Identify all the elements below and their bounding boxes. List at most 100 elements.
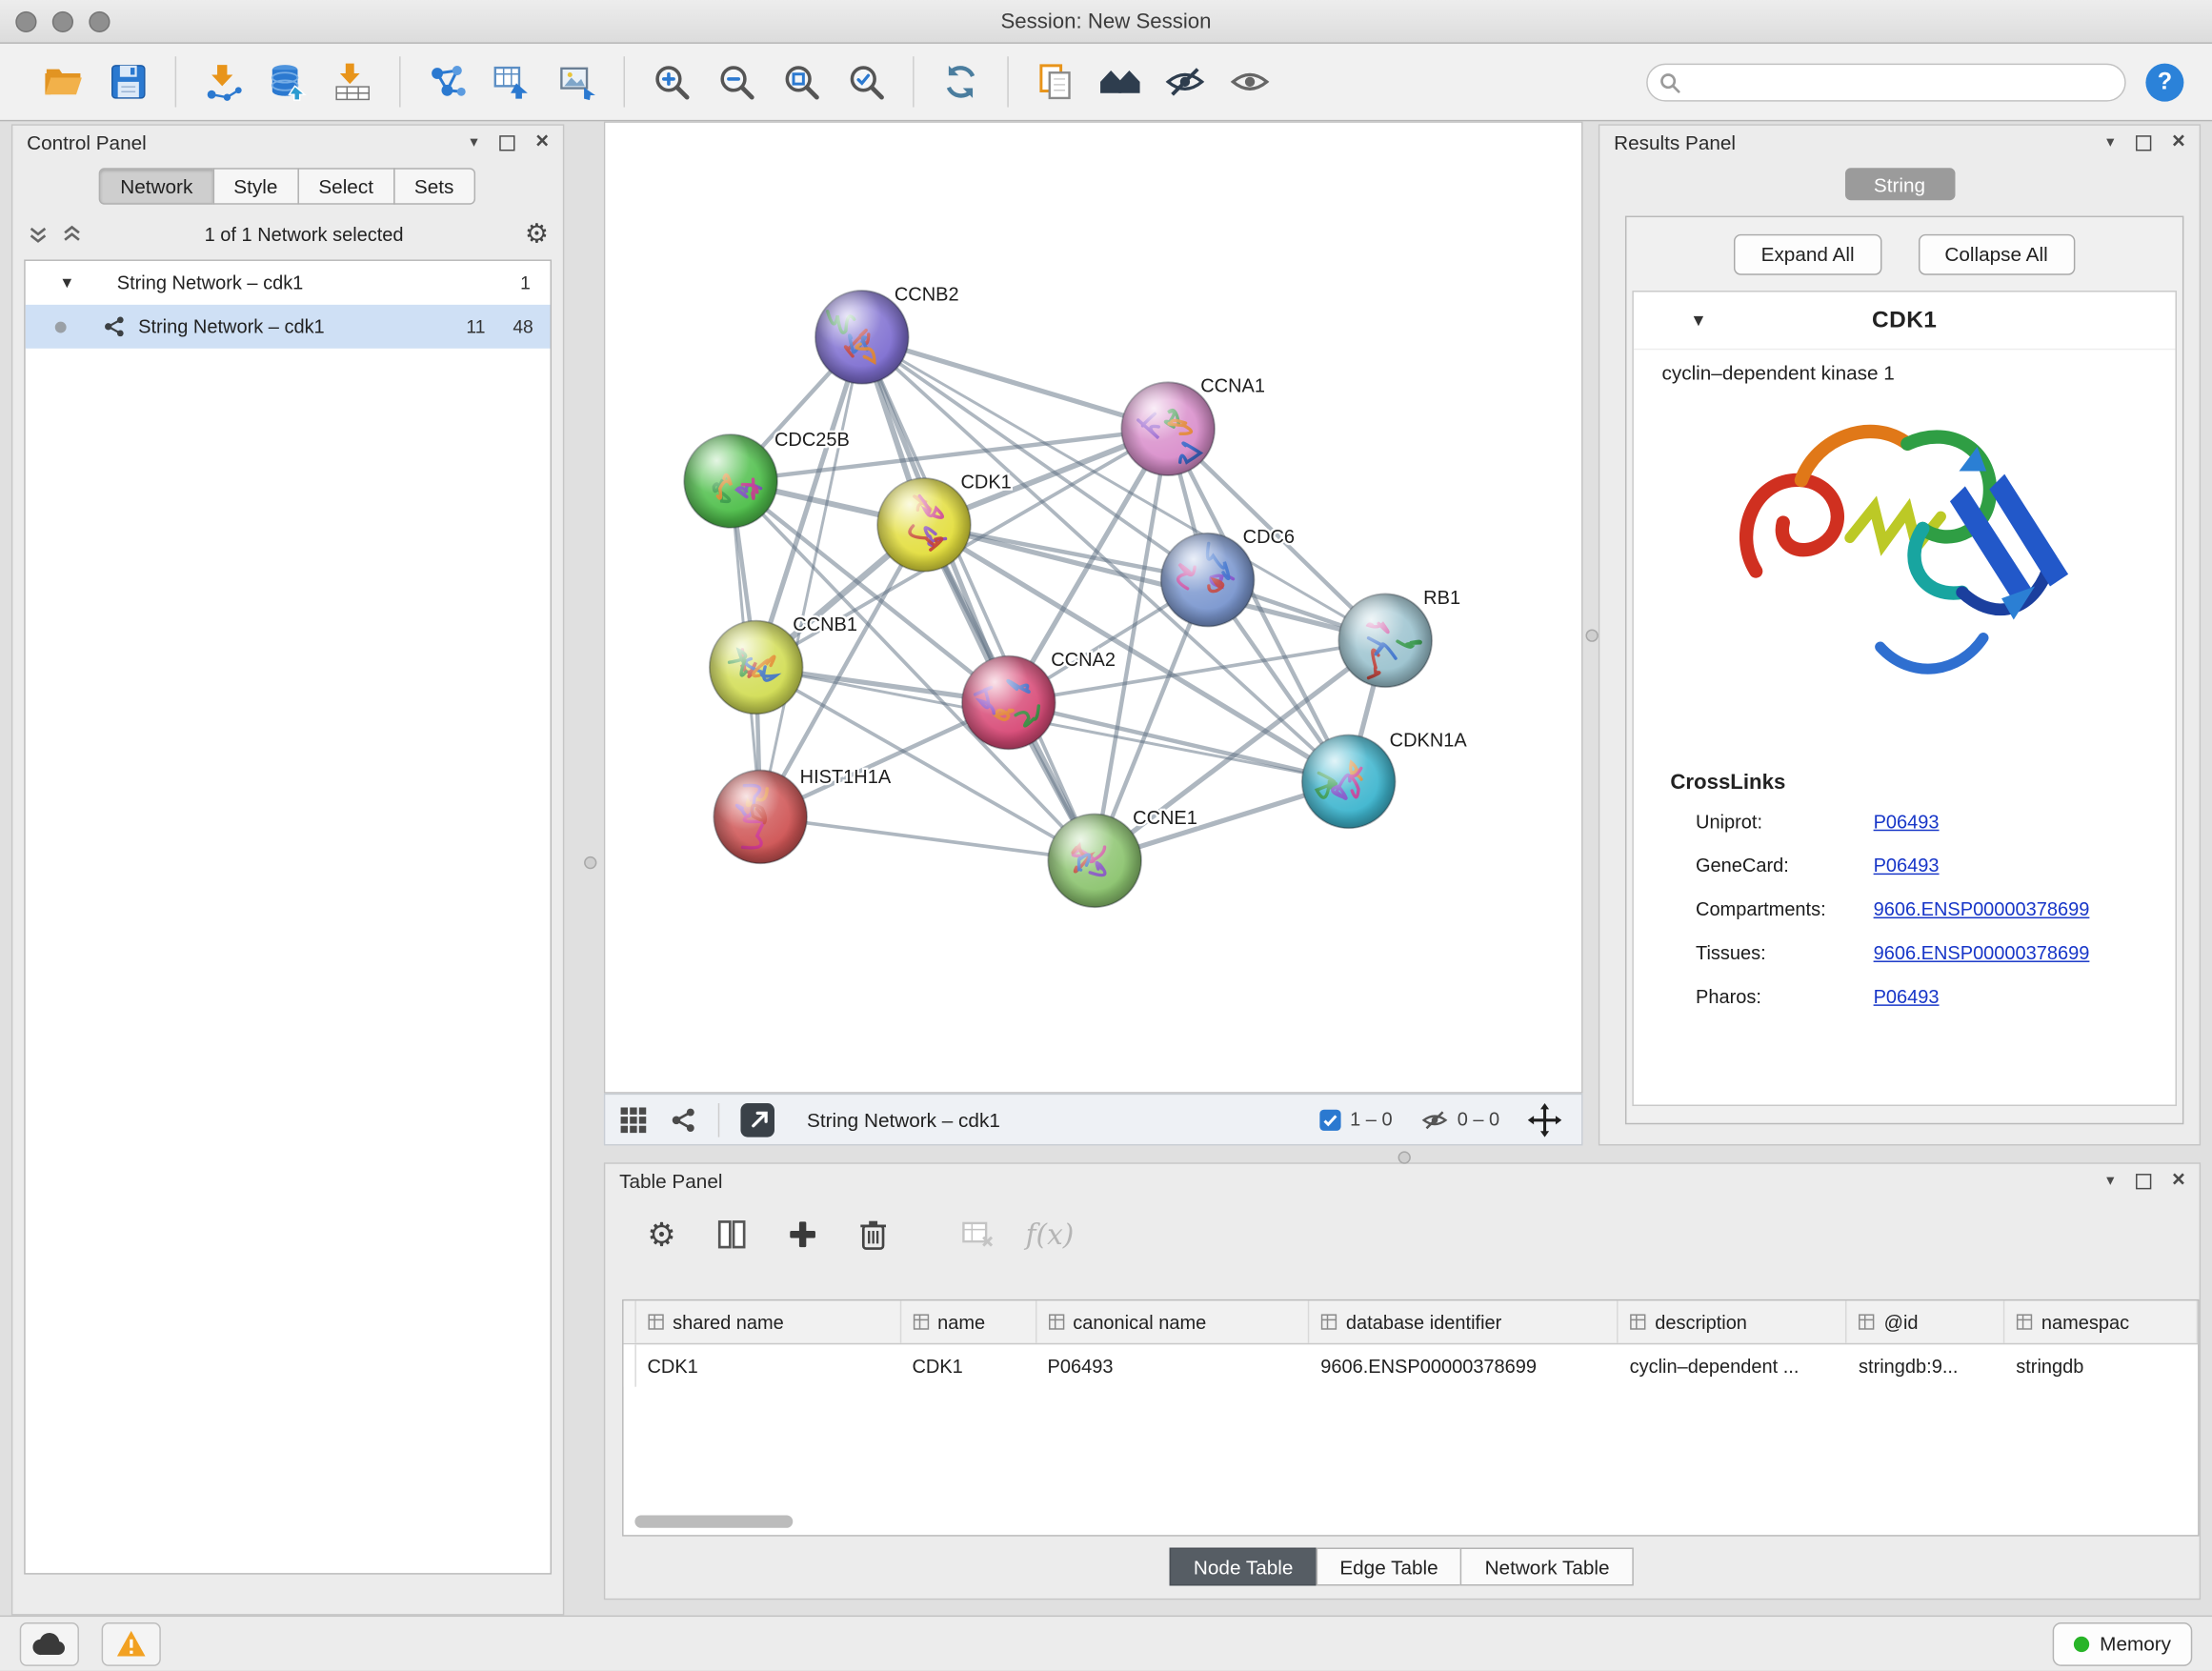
crosslink-value-link[interactable]: P06493 — [1874, 855, 1940, 876]
tab-network-table[interactable]: Network Table — [1460, 1548, 1633, 1586]
horizontal-scrollbar[interactable] — [634, 1515, 793, 1527]
share-network-icon[interactable] — [670, 1105, 698, 1134]
node-CDC25B[interactable] — [684, 434, 777, 528]
gear-icon[interactable]: ⚙ — [525, 218, 549, 251]
node-CCNA2[interactable] — [962, 656, 1056, 750]
zoom-in-button[interactable] — [639, 50, 704, 114]
gene-section-header[interactable]: ▼ CDK1 — [1634, 292, 2176, 351]
tab-style[interactable]: Style — [212, 168, 299, 205]
pan-move-icon[interactable] — [1528, 1102, 1562, 1137]
table-cell[interactable]: P06493 — [1036, 1344, 1310, 1386]
table-cell[interactable]: stringdb:9... — [1847, 1344, 2004, 1386]
node-RB1[interactable] — [1338, 594, 1432, 687]
column-header-namespac[interactable]: namespac — [2004, 1300, 2198, 1342]
panel-maximize-icon[interactable] — [2136, 134, 2151, 150]
birds-eye-view-icon[interactable] — [619, 1105, 648, 1134]
delete-column-trash-icon[interactable] — [851, 1212, 895, 1257]
panel-float-icon[interactable]: ▾ — [2106, 134, 2114, 150]
string-results-tab[interactable]: String — [1844, 168, 1955, 200]
column-header-label: @id — [1884, 1311, 1919, 1332]
tab-node-table[interactable]: Node Table — [1170, 1548, 1317, 1586]
copy-document-button[interactable] — [1023, 50, 1088, 114]
apply-layout-button[interactable] — [928, 50, 993, 114]
panel-float-icon[interactable]: ▾ — [470, 134, 477, 150]
panel-close-icon[interactable]: × — [535, 131, 549, 154]
left-splitter-handle[interactable] — [584, 856, 596, 869]
edge-CCNA2-CDKN1A[interactable] — [1009, 702, 1349, 781]
home-view-button[interactable] — [1088, 50, 1153, 114]
new-table-from-network-button[interactable] — [479, 50, 544, 114]
panel-float-icon[interactable]: ▾ — [2106, 1173, 2114, 1188]
edge-CCNB2-CCNA1[interactable] — [862, 337, 1168, 429]
new-network-button[interactable] — [414, 50, 479, 114]
export-image-button[interactable] — [545, 50, 610, 114]
node-CDKN1A[interactable] — [1302, 735, 1396, 829]
column-header-canonical-name[interactable]: canonical name — [1036, 1300, 1310, 1342]
table-cell[interactable]: cyclin–dependent ... — [1619, 1344, 1847, 1386]
help-button[interactable]: ? — [2145, 63, 2183, 101]
expand-all-icon[interactable] — [61, 223, 84, 246]
panel-maximize-icon[interactable] — [2136, 1173, 2151, 1188]
table-cell[interactable]: 9606.ENSP00000378699 — [1309, 1344, 1618, 1386]
edge-CCNB2-CCNE1[interactable] — [862, 337, 1095, 860]
selected-checkbox-icon[interactable] — [1319, 1108, 1342, 1131]
table-settings-gear-icon[interactable]: ⚙ — [639, 1212, 684, 1257]
table-cell[interactable]: CDK1 — [636, 1344, 901, 1386]
network-collection-row[interactable]: ▼ String Network – cdk1 1 — [26, 261, 551, 305]
network-canvas[interactable]: CCNB2CCNA1CDC25BCDK1CDC6RB1CCNB1CCNA2CDK… — [604, 121, 1583, 1093]
save-session-button[interactable] — [96, 50, 161, 114]
collapse-all-icon[interactable] — [27, 223, 50, 246]
import-network-database-button[interactable] — [255, 50, 320, 114]
column-header-database-identifier[interactable]: database identifier — [1309, 1300, 1618, 1342]
create-column-plus-icon[interactable] — [780, 1212, 825, 1257]
column-header-description[interactable]: description — [1619, 1300, 1847, 1342]
table-cell[interactable]: stringdb — [2004, 1344, 2198, 1386]
table-cell[interactable]: CDK1 — [901, 1344, 1036, 1386]
zoom-fit-button[interactable] — [769, 50, 834, 114]
tab-select[interactable]: Select — [297, 168, 394, 205]
search-input[interactable] — [1646, 63, 2125, 101]
show-columns-icon[interactable] — [710, 1212, 754, 1257]
warnings-button[interactable] — [102, 1621, 161, 1665]
node-CDC6[interactable] — [1161, 534, 1255, 627]
tab-sets[interactable]: Sets — [393, 168, 475, 205]
hide-unhide-button[interactable] — [1153, 50, 1217, 114]
panel-close-icon[interactable]: × — [2172, 1170, 2185, 1193]
crosslink-value-link[interactable]: P06493 — [1874, 986, 1940, 1007]
tab-network[interactable]: Network — [99, 168, 213, 205]
cloud-status-button[interactable] — [20, 1621, 79, 1665]
panel-close-icon[interactable]: × — [2172, 131, 2185, 154]
crosslink-value-link[interactable]: 9606.ENSP00000378699 — [1874, 898, 2090, 919]
network-row[interactable]: String Network – cdk1 11 48 — [26, 305, 551, 349]
column-header--id[interactable]: @id — [1847, 1300, 2004, 1342]
node-CCNE1[interactable] — [1048, 814, 1141, 907]
panel-maximize-icon[interactable] — [499, 134, 514, 150]
clear-table-icon-disabled — [955, 1212, 1000, 1257]
right-splitter-handle[interactable] — [1585, 629, 1598, 641]
collapse-section-icon[interactable]: ▼ — [1690, 311, 1707, 331]
import-table-file-button[interactable] — [320, 50, 385, 114]
open-in-window-icon[interactable] — [739, 1101, 776, 1138]
zoom-selected-button[interactable] — [834, 50, 898, 114]
collapse-all-button[interactable]: Collapse All — [1918, 233, 2075, 274]
bottom-splitter-handle[interactable] — [1398, 1151, 1411, 1163]
memory-button[interactable]: Memory — [2053, 1621, 2192, 1665]
tree-expand-icon[interactable]: ▼ — [59, 274, 74, 292]
import-network-file-button[interactable] — [191, 50, 255, 114]
table-row[interactable]: CDK1CDK1P064939606.ENSP00000378699cyclin… — [624, 1344, 2199, 1386]
tab-edge-table[interactable]: Edge Table — [1316, 1548, 1462, 1586]
column-header-name[interactable]: name — [901, 1300, 1036, 1342]
edge-HIST1H1A-CCNE1[interactable] — [760, 816, 1095, 860]
edge-CCNB2-HIST1H1A[interactable] — [760, 337, 862, 816]
node-HIST1H1A[interactable] — [714, 771, 807, 864]
node-CCNB1[interactable] — [710, 621, 803, 715]
crosslink-row: Uniprot:P06493 — [1634, 800, 2176, 844]
crosslink-value-link[interactable]: 9606.ENSP00000378699 — [1874, 942, 2090, 963]
zoom-out-button[interactable] — [704, 50, 769, 114]
column-header-shared-name[interactable]: shared name — [636, 1300, 901, 1342]
node-CDK1[interactable] — [877, 478, 971, 572]
open-session-button[interactable] — [31, 50, 96, 114]
expand-all-button[interactable]: Expand All — [1734, 233, 1880, 274]
crosslink-value-link[interactable]: P06493 — [1874, 812, 1940, 833]
show-button[interactable] — [1217, 50, 1282, 114]
